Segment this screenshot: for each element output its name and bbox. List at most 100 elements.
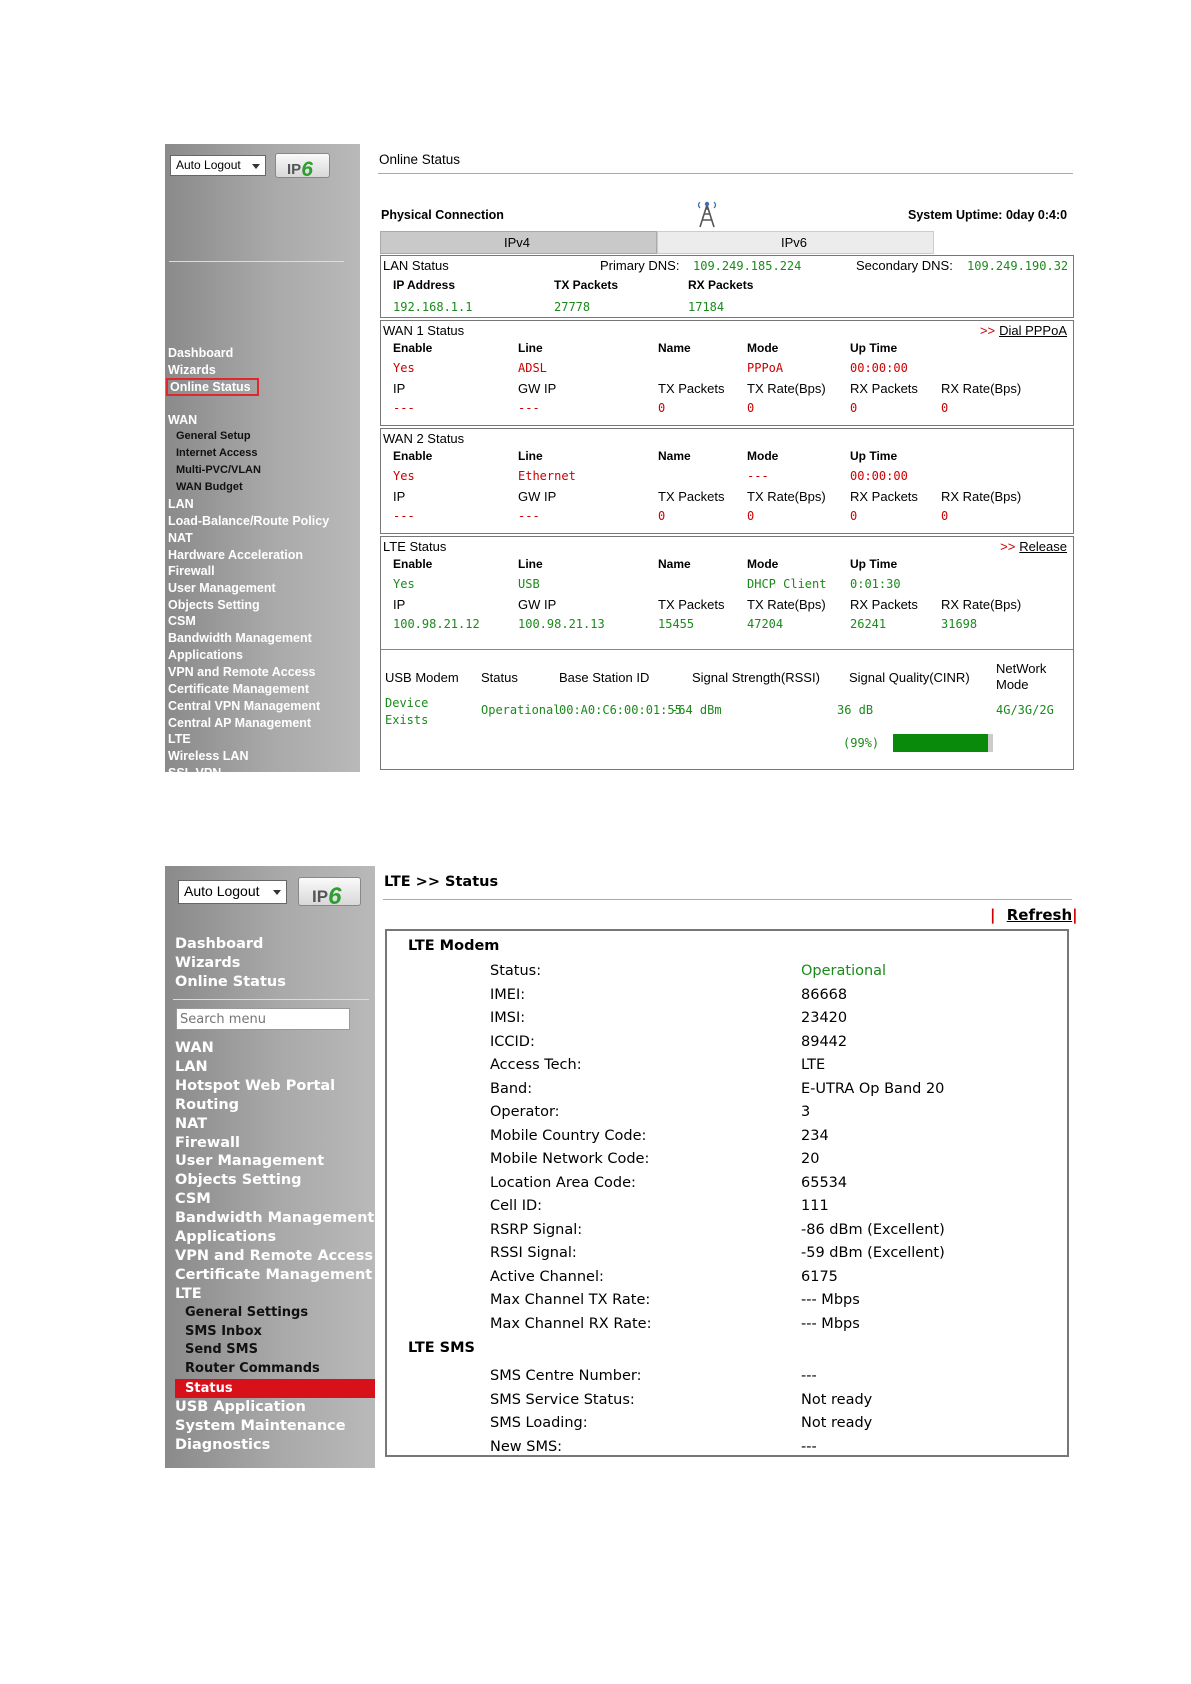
tab-ipv6[interactable]: IPv6 <box>657 231 934 254</box>
lte-value-mobile-country-code: 234 <box>801 1127 829 1144</box>
sidebar-item-online-status[interactable]: Online Status <box>175 974 286 990</box>
sidebar-item-hotspot-web-portal[interactable]: Hotspot Web Portal <box>175 1078 335 1094</box>
modem-divider <box>381 649 1073 650</box>
lte-label-access-tech: Access Tech: <box>490 1057 582 1073</box>
ipv6-logo[interactable]: IP6 <box>275 153 330 181</box>
sidebar-item-wan-budget[interactable]: WAN Budget <box>176 481 243 493</box>
sidebar-item-applications[interactable]: Applications <box>168 648 243 662</box>
modem-cinr: 36 dB <box>837 703 874 717</box>
sidebar-item-objects-setting[interactable]: Objects Setting <box>168 598 260 612</box>
sidebar-item-bandwidth-management[interactable]: Bandwidth Management <box>175 1210 374 1226</box>
sidebar-item-nat[interactable]: NAT <box>175 1116 207 1132</box>
sidebar-item-lan[interactable]: LAN <box>175 1059 208 1075</box>
wan2-value2-tx-rate-bps: 0 <box>747 509 755 523</box>
sidebar-item-send-sms[interactable]: Send SMS <box>185 1342 258 1357</box>
sidebar-item-lan[interactable]: LAN <box>168 497 194 511</box>
lte-header2-tx-packets: TX Packets <box>658 597 725 612</box>
sidebar-item-diagnostics[interactable]: Diagnostics <box>175 1437 270 1453</box>
sidebar-item-internet-access[interactable]: Internet Access <box>176 447 258 459</box>
wan1-header-enable: Enable <box>393 341 433 355</box>
lte-label-operator: Operator: <box>490 1104 560 1120</box>
sidebar-item-vpn-and-remote-access[interactable]: VPN and Remote Access <box>175 1248 373 1264</box>
sidebar-item-dashboard[interactable]: Dashboard <box>168 346 233 360</box>
lte-header-mode: Mode <box>747 557 779 571</box>
sidebar-item-nat[interactable]: NAT <box>168 531 193 545</box>
sidebar-item-central-ap-management[interactable]: Central AP Management <box>168 716 311 730</box>
sidebar-item-certificate-management[interactable]: Certificate Management <box>175 1267 372 1283</box>
lte-label-mobile-network-code: Mobile Network Code: <box>490 1151 650 1167</box>
wan1-status-title: WAN 1 Status <box>383 323 465 338</box>
chevron-down-icon <box>273 890 281 895</box>
sidebar-item-online-status[interactable]: Online Status <box>166 378 259 396</box>
sidebar-item-lte[interactable]: LTE <box>168 732 191 746</box>
sidebar-item-sms-inbox[interactable]: SMS Inbox <box>185 1324 262 1339</box>
sidebar-item-general-setup[interactable]: General Setup <box>176 430 251 442</box>
wan2-status-title: WAN 2 Status <box>383 431 465 446</box>
lte-label-imsi: IMSI: <box>490 1010 526 1026</box>
sidebar-item-csm[interactable]: CSM <box>175 1191 211 1207</box>
sidebar-item-system-maintenance[interactable]: System Maintenance <box>175 1418 346 1434</box>
ipv6-logo-icon: IP6 <box>287 158 313 181</box>
wan1-value2-rx-packets: 0 <box>850 401 858 415</box>
release-link[interactable]: Release <box>1019 539 1067 554</box>
sidebar-item-status[interactable]: Status <box>175 1379 375 1399</box>
lte-label-iccid: ICCID: <box>490 1033 535 1050</box>
system-uptime: System Uptime: 0day 0:4:0 <box>908 208 1068 222</box>
sidebar-item-user-management[interactable]: User Management <box>168 581 276 595</box>
sidebar-2: Auto Logout IP6 Dashboard Wizards Online S… <box>165 866 375 1468</box>
lan-tx-value: 27778 <box>554 300 591 314</box>
sidebar-item-firewall[interactable]: Firewall <box>175 1135 240 1151</box>
ipv6-logo-2[interactable]: IP6 <box>298 877 361 910</box>
search-menu-input[interactable] <box>176 1008 350 1030</box>
sms-label-sms-loading: SMS Loading: <box>490 1415 588 1431</box>
sidebar-item-routing[interactable]: Routing <box>175 1097 239 1113</box>
sidebar-item-router-commands[interactable]: Router Commands <box>185 1361 320 1376</box>
sidebar-item-objects-setting[interactable]: Objects Setting <box>175 1172 302 1188</box>
separator: | <box>1072 906 1078 924</box>
sidebar-item-wireless-lan[interactable]: Wireless LAN <box>168 749 248 763</box>
sidebar-item-multi-pvc-vlan[interactable]: Multi-PVC/VLAN <box>176 464 261 476</box>
sidebar-item-wizards[interactable]: Wizards <box>175 955 240 971</box>
signal-quality-bar-fill <box>893 734 988 752</box>
sidebar-item-usb-application[interactable]: USB Application <box>175 1399 306 1415</box>
sidebar-item-external-devices[interactable]: External Devices <box>168 834 268 848</box>
sidebar-item-dashboard[interactable]: Dashboard <box>175 936 263 952</box>
sidebar-item-load-balance-route-policy[interactable]: Load-Balance/Route Policy <box>168 514 329 528</box>
sidebar-item-wan[interactable]: WAN <box>175 1040 214 1056</box>
sidebar-item-wan[interactable]: WAN <box>168 413 197 427</box>
lte-label-rssi-signal: RSSI Signal: <box>490 1245 577 1261</box>
modem-header-status: Status <box>481 670 518 685</box>
tab-ipv4[interactable]: IPv4 <box>380 231 657 254</box>
sidebar-item-ssl-vpn[interactable]: SSL VPN <box>168 766 221 780</box>
chevron-down-icon <box>252 163 260 169</box>
sidebar-item-lte[interactable]: LTE <box>175 1286 202 1302</box>
wan2-header2-tx-rate-bps: TX Rate(Bps) <box>747 489 826 504</box>
sidebar-divider <box>169 261 344 262</box>
sidebar-item-certificate-management[interactable]: Certificate Management <box>168 682 309 696</box>
sidebar-item-applications[interactable]: Applications <box>175 1229 276 1245</box>
auto-logout-select-2[interactable]: Auto Logout <box>178 880 287 904</box>
sidebar-item-firewall[interactable]: Firewall <box>168 564 215 578</box>
sidebar-item-diagnostics[interactable]: Diagnostics <box>168 817 239 831</box>
sidebar-item-csm[interactable]: CSM <box>168 614 196 628</box>
secondary-dns-value: 109.249.190.32 <box>967 259 1069 273</box>
sidebar-item-vpn-and-remote-access[interactable]: VPN and Remote Access <box>168 665 316 679</box>
wan2-value2-rx-packets: 0 <box>850 509 858 523</box>
sidebar-item-central-vpn-management[interactable]: Central VPN Management <box>168 699 320 713</box>
auto-logout-select[interactable]: Auto Logout <box>170 155 266 176</box>
sidebar-item-hardware-acceleration[interactable]: Hardware Acceleration <box>168 548 303 562</box>
sidebar-item-wizards[interactable]: Wizards <box>168 363 216 377</box>
sidebar-item-bandwidth-management[interactable]: Bandwidth Management <box>168 631 312 645</box>
lte-value-mobile-network-code: 20 <box>801 1151 820 1167</box>
sidebar-item-usb-application[interactable]: USB Application <box>168 783 265 797</box>
dial-pppoa-link[interactable]: Dial PPPoA <box>999 323 1067 338</box>
sidebar-item-system-maintenance[interactable]: System Maintenance <box>168 800 292 814</box>
sms-label-sms-centre-number: SMS Centre Number: <box>490 1368 642 1384</box>
refresh-link[interactable]: Refresh <box>1007 906 1072 924</box>
sidebar-1: Auto Logout IP6 Dashboard Wizards Online S… <box>165 144 360 848</box>
sidebar-item-user-management[interactable]: User Management <box>175 1153 324 1169</box>
wan2-header-line: Line <box>518 449 543 463</box>
modem-header-signal-quality-cinr: Signal Quality(CINR) <box>849 670 970 685</box>
sidebar-item-general-settings[interactable]: General Settings <box>185 1305 308 1320</box>
lte-value-up-time: 0:01:30 <box>850 577 901 591</box>
